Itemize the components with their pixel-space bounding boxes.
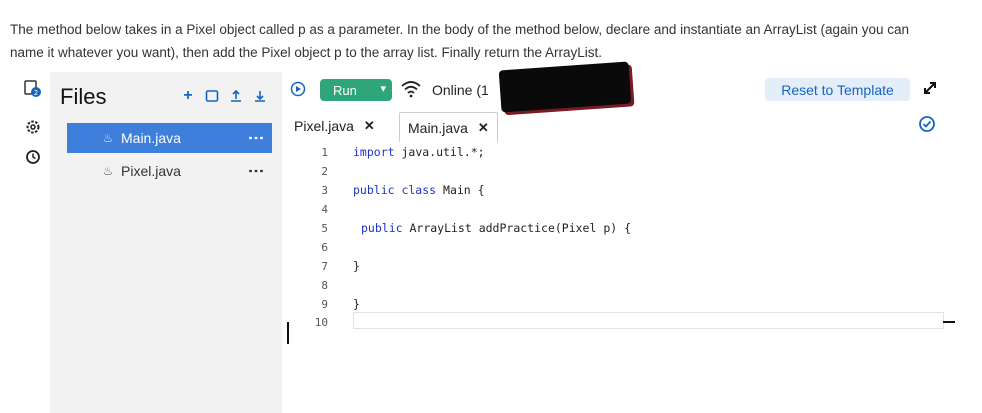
line-number: 2: [321, 165, 328, 178]
code-text: ArrayList addPractice(Pixel p) {: [402, 221, 632, 235]
code-text: }: [353, 297, 360, 311]
chevron-down-icon[interactable]: ▾: [380, 82, 386, 95]
run-label: Run: [333, 82, 357, 98]
tab-label: Pixel.java: [294, 118, 354, 134]
left-rail: 2: [10, 72, 50, 413]
more-options-icon[interactable]: ⋮: [247, 163, 264, 179]
code-line: }: [353, 297, 360, 311]
code-line: }: [353, 259, 360, 273]
panel-edge-marker: [943, 321, 955, 323]
wifi-icon: [400, 80, 422, 98]
code-line: public ArrayList addPractice(Pixel p) {: [361, 221, 631, 235]
redaction-block: [498, 61, 632, 113]
current-line-highlight: [353, 312, 944, 329]
code-text: java.util.*;: [394, 145, 485, 159]
file-name: Pixel.java: [121, 163, 181, 179]
line-number: 4: [321, 203, 328, 216]
line-number: 3: [321, 184, 328, 197]
run-button[interactable]: Run ▾: [320, 79, 392, 101]
files-actions: +: [180, 87, 268, 104]
code-keyword: public class: [353, 183, 437, 197]
refresh-icon[interactable]: [290, 81, 306, 97]
add-file-icon[interactable]: +: [180, 87, 196, 104]
tab-main-java[interactable]: Main.java ✕: [399, 112, 498, 144]
svg-text:2: 2: [34, 89, 38, 97]
line-number: 7: [321, 260, 328, 273]
logo-icon[interactable]: 2: [24, 80, 42, 98]
code-keyword: public: [361, 221, 403, 235]
upload-icon[interactable]: [228, 88, 244, 104]
check-circle-icon[interactable]: [918, 115, 936, 133]
online-status: Online (1: [432, 82, 489, 98]
new-folder-icon[interactable]: [204, 88, 220, 104]
editor-tabs: Pixel.java ✕ Main.java ✕: [282, 108, 945, 144]
download-icon[interactable]: [252, 88, 268, 104]
code-line: public class Main {: [353, 183, 485, 197]
line-number: 5: [321, 222, 328, 235]
code-editor[interactable]: 1 2 3 4 5 6 7 8 9 10 import java.util.*;…: [282, 142, 945, 413]
files-panel: Files + ♨ Main.java ⋮ ♨ Pixel.java ⋮: [50, 72, 282, 413]
tab-label: Main.java: [408, 119, 468, 136]
code-line: import java.util.*;: [353, 145, 485, 159]
clock-icon[interactable]: [24, 148, 42, 166]
files-title: Files: [60, 84, 107, 109]
file-name: Main.java: [121, 130, 181, 146]
expand-icon[interactable]: [922, 80, 938, 96]
close-icon[interactable]: ✕: [364, 118, 375, 134]
editor-toolbar: Run ▾ Online (1 Reset to Template: [282, 61, 945, 113]
gear-icon[interactable]: [24, 118, 42, 136]
line-number: 6: [321, 241, 328, 254]
code-keyword: import: [353, 145, 395, 159]
tab-pixel-java[interactable]: Pixel.java ✕: [294, 112, 375, 140]
file-item-pixel[interactable]: ♨ Pixel.java ⋮: [67, 156, 272, 186]
java-file-icon: ♨: [102, 164, 114, 178]
java-file-icon: ♨: [102, 131, 114, 145]
close-icon[interactable]: ✕: [478, 120, 489, 136]
line-number: 1: [321, 146, 328, 159]
text-cursor: [287, 322, 289, 344]
reset-to-template-button[interactable]: Reset to Template: [765, 78, 910, 101]
code-editor-app: 2 Files + ♨ Main.java ⋮ ♨ Pixel.java ⋮ R…: [10, 61, 955, 413]
more-options-icon[interactable]: ⋮: [247, 130, 264, 146]
code-text: Main {: [436, 183, 485, 197]
line-number: 8: [321, 279, 328, 292]
instructions-text: The method below takes in a Pixel object…: [10, 22, 910, 60]
code-text: }: [353, 259, 360, 273]
file-item-main[interactable]: ♨ Main.java ⋮: [67, 123, 272, 153]
line-number: 9: [321, 298, 328, 311]
